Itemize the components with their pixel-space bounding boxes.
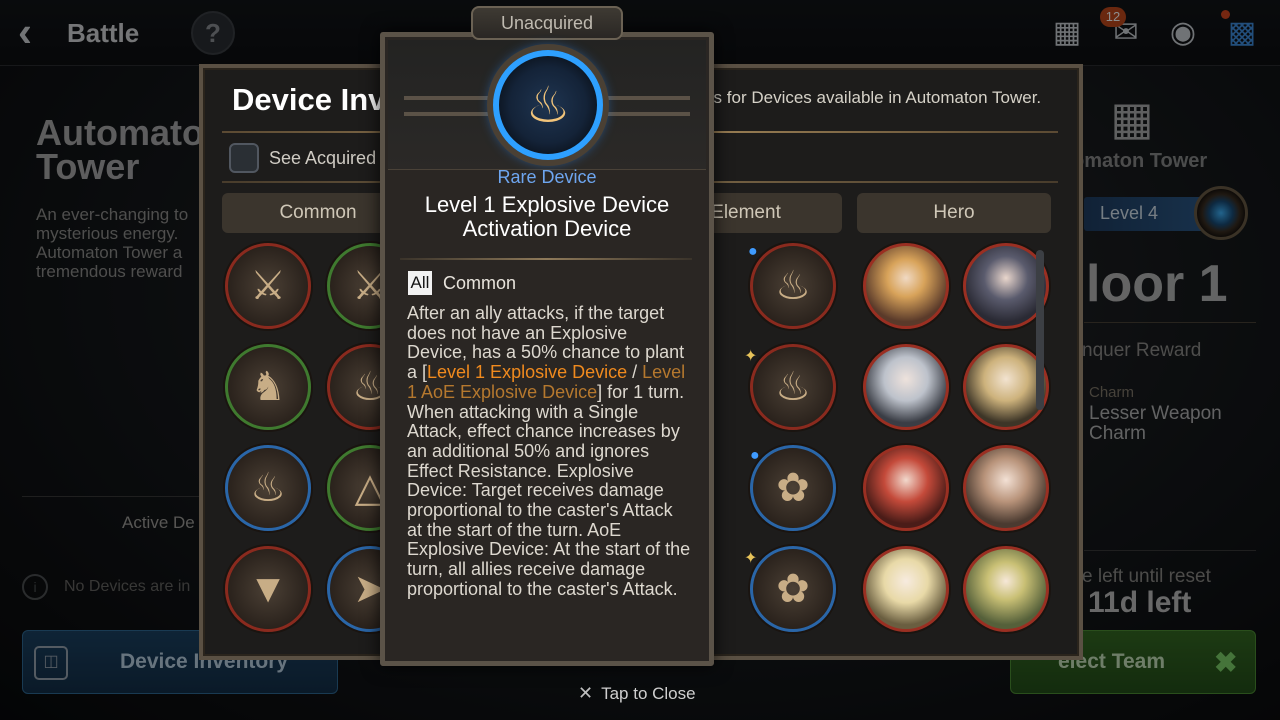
inventory-title: Device Inve — [232, 82, 403, 117]
see-acquired-label: See Acquired — [269, 148, 377, 168]
device-name: Level 1 Explosive Device Activation Devi… — [388, 193, 706, 241]
desc-text-rest: ] for 1 turn. When attacking with a Sing… — [407, 381, 691, 599]
strength-icon: ♞ — [250, 365, 286, 409]
hero-portrait[interactable] — [963, 546, 1049, 632]
light-dark-element-icon: ✦ — [744, 550, 758, 567]
tap-to-close[interactable]: ✕ Tap to Close — [578, 683, 696, 704]
ice-element-icon: ● — [748, 243, 758, 260]
pipe-decoration — [404, 96, 494, 100]
device-name-line-2: Activation Device — [462, 216, 632, 241]
flame-icon: ♨ — [775, 264, 811, 308]
device-rarity: Rare Device — [497, 167, 597, 187]
pipe-decoration — [600, 96, 690, 100]
device-slot[interactable]: ♞ — [225, 344, 311, 430]
divider — [400, 258, 692, 260]
desc-separator: / — [627, 362, 643, 383]
popup-status-tab: Unacquired — [471, 6, 623, 40]
flame-icon: ♨ — [525, 77, 571, 133]
device-slot[interactable]: ♨ — [225, 445, 311, 531]
device-description: After an ally attacks, if the target doe… — [407, 303, 691, 600]
pipe-decoration — [404, 112, 494, 116]
hero-portrait[interactable] — [863, 445, 949, 531]
see-acquired-checkbox[interactable] — [229, 143, 259, 173]
flower-hand-icon: ✿ — [776, 567, 810, 611]
light-dark-element-icon: ✦ — [744, 348, 758, 365]
tab-hero[interactable]: Hero — [857, 193, 1051, 233]
tap-to-close-label: Tap to Close — [601, 684, 696, 703]
flame-icon: ♨ — [250, 466, 286, 510]
sword-icon: ⚔ — [250, 264, 286, 308]
close-icon: ✕ — [578, 683, 594, 703]
hero-portrait[interactable] — [863, 344, 949, 430]
hero-portrait[interactable] — [963, 445, 1049, 531]
device-slot[interactable]: ⚔ — [225, 243, 311, 329]
ice-element-icon: ● — [750, 447, 760, 464]
device-slot[interactable]: ♨ — [750, 344, 836, 430]
pipe-decoration — [600, 112, 690, 116]
tag-all: All — [408, 271, 432, 295]
device-slot[interactable]: ✿ — [750, 546, 836, 632]
inventory-subtitle: ils for Devices available in Automaton T… — [706, 88, 1042, 107]
flower-hand-icon: ✿ — [776, 466, 810, 510]
flame-icon: ♨ — [775, 365, 811, 409]
desc-highlight-level1: Level 1 Explosive Device — [427, 362, 628, 383]
device-name-line-1: Level 1 Explosive Device — [424, 192, 670, 217]
tag-common: Common — [443, 273, 517, 293]
hero-portrait[interactable] — [863, 243, 949, 329]
device-slot[interactable]: ✿ — [750, 445, 836, 531]
hero-portrait[interactable] — [863, 546, 949, 632]
device-slot[interactable]: ♨ — [750, 243, 836, 329]
device-slot[interactable]: ▼ — [225, 546, 311, 632]
scrollbar[interactable] — [1036, 250, 1044, 410]
fangs-icon: ▼ — [248, 567, 288, 611]
